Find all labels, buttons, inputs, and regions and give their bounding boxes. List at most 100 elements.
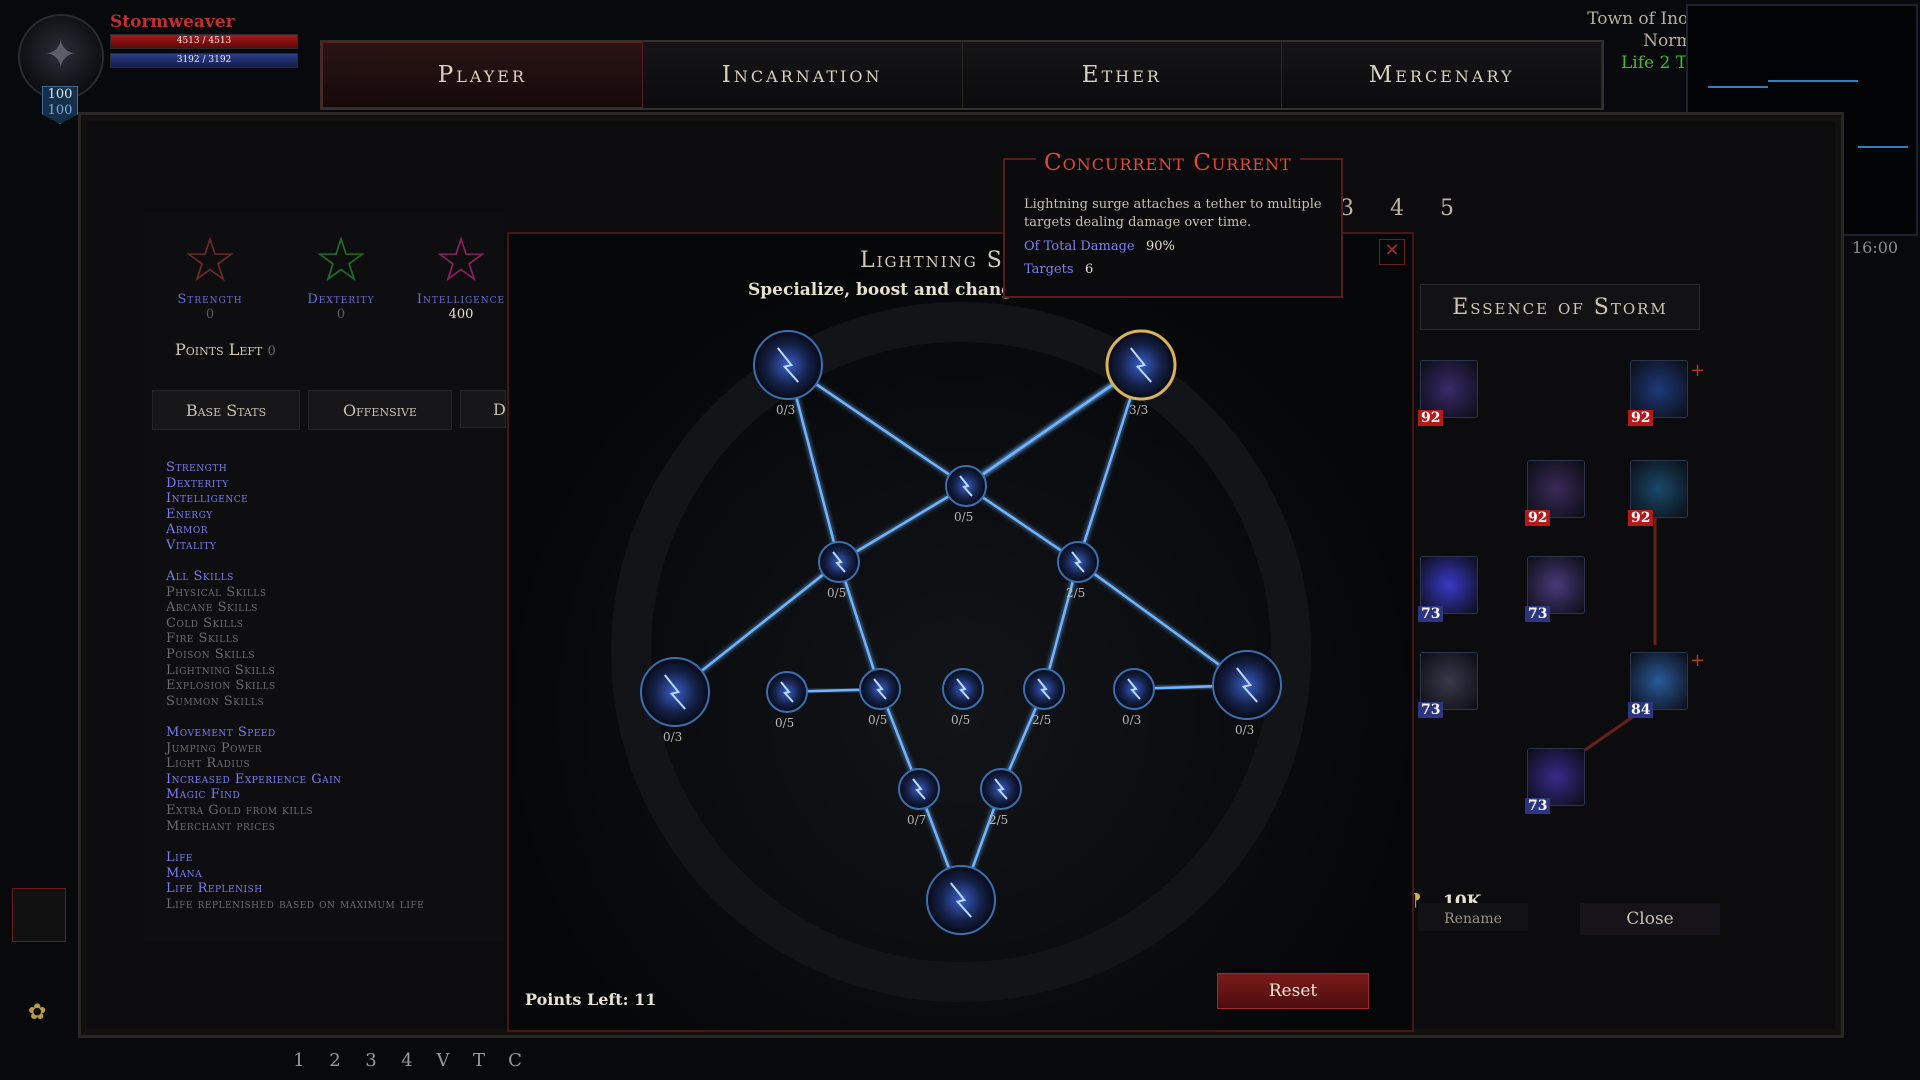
node-rank: 2/5 [989, 813, 1009, 827]
demon-emblem-icon: ✦ [44, 32, 78, 78]
level-bottom: 100 [47, 103, 73, 118]
top-tabs: Player Incarnation Ether Mercenary [320, 40, 1604, 110]
stat-label: Dexterity [166, 475, 229, 491]
attribute-value: 0 [205, 307, 215, 322]
skill-level-badge: 92 [1628, 410, 1654, 426]
node-rank: 2/5 [1066, 586, 1086, 600]
coins-icon[interactable]: ✿ [28, 1000, 46, 1025]
attribute-label: Intelligence [416, 292, 506, 307]
stat-group-skills: All Skills Physical Skills Arcane Skills Co… [166, 569, 276, 709]
skill-sub-tabs: 3 4 5 [1340, 196, 1454, 221]
stat-label: Extra Gold from kills [166, 802, 314, 818]
modal-points-left: Points Left: 11 [525, 990, 656, 1009]
node-rank: 0/5 [951, 713, 971, 727]
skill-level-badge: 73 [1418, 702, 1444, 718]
node-rank: 0/5 [827, 586, 847, 600]
plus-icon[interactable]: + [1690, 650, 1705, 671]
hotbar: 1 2 3 4 V T C [286, 1050, 528, 1072]
skill-level-badge: 92 [1628, 510, 1654, 526]
clock: 16:00 [1852, 238, 1899, 257]
hotkey-c[interactable]: C [502, 1050, 528, 1072]
hotkey-4[interactable]: 4 [394, 1050, 420, 1072]
skill-level-badge: 92 [1525, 510, 1551, 526]
node-rank: 0/5 [775, 716, 795, 730]
essence-title: Essence of Storm [1420, 284, 1700, 330]
stat-label: Jumping Power [166, 740, 263, 756]
node-rank: 0/7 [907, 813, 927, 827]
character-name: Stormweaver [110, 12, 235, 32]
tooltip-title: Concurrent Current [1036, 150, 1300, 176]
pentagram-icon: ☆ [313, 223, 369, 296]
stat-label: Increased Experience Gain [166, 771, 342, 787]
tab-ether[interactable]: Ether [963, 42, 1283, 108]
reset-button[interactable]: Reset [1217, 973, 1369, 1009]
tab-defensive[interactable]: D [460, 390, 506, 428]
points-value: 11 [634, 990, 657, 1009]
rename-button[interactable]: Rename [1418, 903, 1528, 931]
stat-label: All Skills [166, 569, 234, 584]
tab-base-stats[interactable]: Base Stats [152, 390, 300, 430]
tab-mercenary[interactable]: Mercenary [1282, 42, 1602, 108]
close-icon[interactable]: ✕ [1379, 239, 1405, 265]
skill-level-badge: 73 [1525, 798, 1551, 814]
stat-label: Strength [166, 460, 228, 475]
modal-subtitle: Specialize, boost and change l [748, 280, 1037, 300]
stat-label: Life replenished based on maximum life [166, 896, 425, 912]
stat-group-attributes: Strength Dexterity Intelligence Energy Armor… [166, 460, 248, 554]
stat-label: Lightning Skills [166, 662, 276, 678]
quick-slot[interactable] [12, 888, 66, 942]
minimap-path [1858, 146, 1908, 148]
tab-player[interactable]: Player [322, 42, 643, 108]
stat-label: Merchant prices [166, 818, 276, 834]
stat-label: Magic Find [166, 787, 241, 803]
tooltip-targets-label: Targets [1024, 262, 1074, 277]
tooltip-description: Lightning surge attaches a tether to mul… [1024, 197, 1322, 230]
skill-level-badge: 73 [1418, 606, 1444, 622]
tooltip-damage-value: 90% [1146, 239, 1175, 254]
stat-label: Explosion Skills [166, 678, 276, 694]
hotkey-t[interactable]: T [466, 1050, 492, 1072]
attribute-strength[interactable]: ☆ Strength 0 [155, 223, 265, 323]
points-label: Points Left: [525, 990, 629, 1009]
pentagram-icon: ☆ [433, 228, 489, 296]
stat-label: Armor [166, 522, 209, 538]
stat-group-utility: Movement Speed Jumping Power Light Radius I… [166, 725, 342, 834]
minimap-path [1768, 80, 1858, 82]
node-rank: 0/3 [1235, 723, 1255, 737]
plus-icon[interactable]: + [1690, 360, 1705, 381]
stat-label: Energy [166, 506, 213, 522]
hotkey-1[interactable]: 1 [286, 1050, 312, 1072]
hotkey-2[interactable]: 2 [322, 1050, 348, 1072]
skill-tab-4[interactable]: 4 [1390, 196, 1404, 221]
hotkey-3[interactable]: 3 [358, 1050, 384, 1072]
node-rank: 0/3 [1122, 713, 1142, 727]
attribute-intelligence[interactable]: ☆ Intelligence 400 [416, 228, 506, 322]
stat-label: Mana [166, 865, 203, 881]
life-bar: 4513 / 4513 [110, 34, 298, 49]
skill-level-badge: 92 [1418, 410, 1444, 426]
pentagram-icon: ☆ [182, 223, 238, 296]
attribute-label: Dexterity [307, 292, 375, 307]
tooltip-damage-label: Of Total Damage [1024, 239, 1135, 254]
tab-incarnation[interactable]: Incarnation [643, 42, 963, 108]
skill-tab-5[interactable]: 5 [1440, 196, 1454, 221]
node-rank: 0/5 [954, 510, 974, 524]
tooltip-targets-value: 6 [1085, 262, 1094, 277]
level-badge: 100 100 [42, 86, 78, 124]
close-button[interactable]: Close [1580, 903, 1720, 935]
stats-points-left: Points Left 0 [175, 340, 276, 359]
skill-level-badge: 73 [1525, 606, 1551, 622]
node-rank: 0/3 [663, 730, 683, 744]
mana-bar: 3192 / 3192 [110, 53, 298, 68]
stat-label: Cold Skills [166, 615, 244, 631]
modal-title: Lightning S [860, 248, 1004, 273]
stat-label: Fire Skills [166, 631, 239, 647]
hotkey-v[interactable]: V [430, 1050, 456, 1072]
stat-label: Life [166, 850, 194, 865]
tree-link [838, 484, 967, 564]
stat-label: Intelligence [166, 491, 249, 507]
attribute-dexterity[interactable]: ☆ Dexterity 0 [286, 223, 396, 323]
tab-offensive[interactable]: Offensive [308, 390, 452, 430]
skill-tree [611, 302, 1311, 1002]
node-rank: 0/3 [776, 403, 796, 417]
